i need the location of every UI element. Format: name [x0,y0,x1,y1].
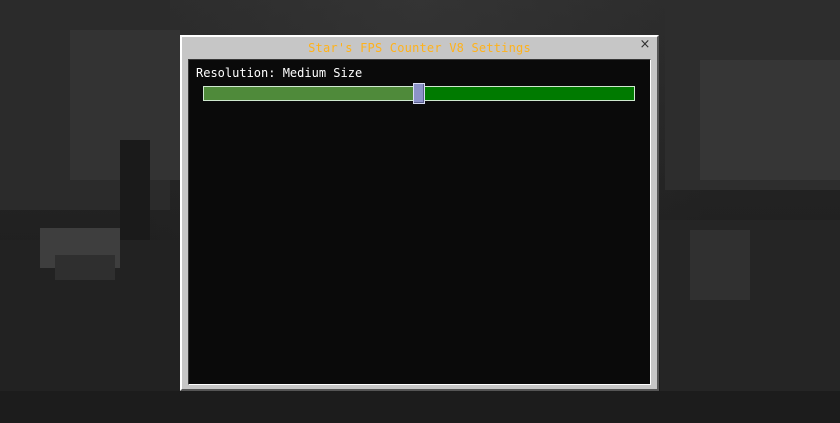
rock-left-shade [55,255,115,280]
resolution-slider-fill [204,87,419,100]
resolution-setting-label: Resolution: Medium Size [196,66,363,80]
game-world-background: Star's FPS Counter V8 Settings × Resolut… [0,0,840,423]
settings-panel: Resolution: Medium Size [188,59,651,385]
resolution-slider-thumb[interactable] [413,83,425,104]
close-icon: × [639,37,651,52]
close-button[interactable]: × [638,38,652,52]
dialog-title: Star's FPS Counter V8 Settings [308,41,531,55]
tree-canopy-right-shade [700,60,840,180]
settings-dialog: Star's FPS Counter V8 Settings × Resolut… [180,35,659,391]
ground-bottom [0,391,840,423]
grass-tuft-right [690,230,750,300]
resolution-slider[interactable] [203,83,635,104]
